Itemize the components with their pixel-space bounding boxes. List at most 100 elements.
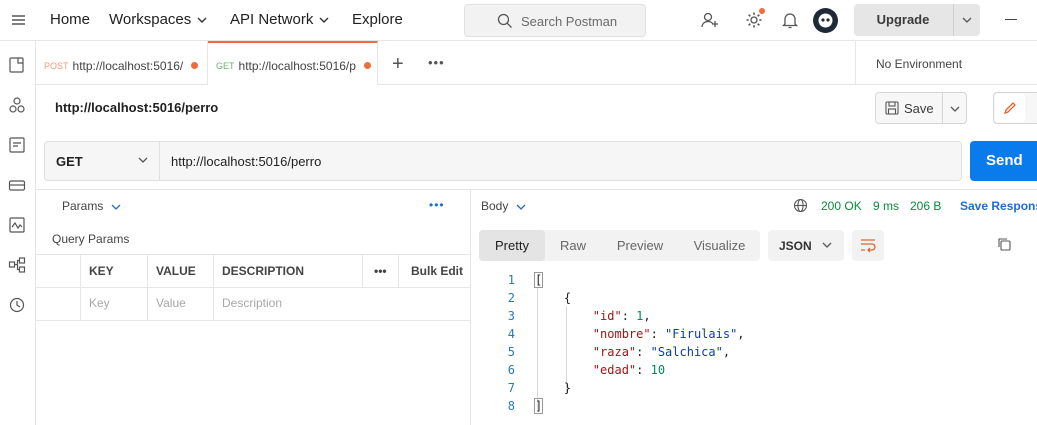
tab-pretty[interactable]: Pretty <box>479 230 545 261</box>
left-sidebar <box>0 41 36 425</box>
edit-inner <box>995 94 1025 122</box>
response-time[interactable]: 9 ms <box>873 199 899 213</box>
code-line: 2 { <box>471 291 1037 309</box>
upgrade-button[interactable]: Upgrade <box>854 4 980 36</box>
line-content: "raza": "Salchica", <box>592 345 731 359</box>
request-title[interactable]: http://localhost:5016/perro <box>55 100 218 115</box>
avatar[interactable] <box>813 8 838 33</box>
nav-api-network-label: API Network <box>230 11 314 28</box>
nav-explore[interactable]: Explore <box>352 11 403 28</box>
status-code[interactable]: 200 OK <box>821 199 862 213</box>
column-header-value: VALUE <box>147 255 213 288</box>
body-label: Body <box>481 199 509 213</box>
description-input[interactable]: Description <box>213 287 470 320</box>
json-value: "Firulais" <box>665 327 738 341</box>
globe-icon[interactable] <box>793 198 808 213</box>
avatar-icon <box>818 13 833 28</box>
menu-icon[interactable] <box>10 12 28 28</box>
response-view-tabs: Pretty Raw Preview Visualize <box>479 230 760 261</box>
edit-toggle[interactable] <box>993 92 1037 124</box>
unsaved-dot <box>363 62 371 70</box>
upgrade-dropdown[interactable] <box>954 4 980 36</box>
new-tab-plus-icon[interactable]: + <box>392 53 404 76</box>
code-line: 3 "id": 1, <box>471 309 1037 327</box>
notification-bell-icon[interactable] <box>780 10 800 30</box>
request-tab-get[interactable]: GET http://localhost:5016/p <box>208 41 378 85</box>
tab-raw[interactable]: Raw <box>545 230 601 261</box>
json-key: "nombre" <box>592 327 651 341</box>
line-content: "id": 1, <box>592 309 651 323</box>
line-number: 1 <box>507 273 515 287</box>
chevron-down-icon <box>319 17 329 24</box>
more-tabs-icon[interactable]: ••• <box>428 55 445 70</box>
collections-icon[interactable] <box>8 56 26 74</box>
column-header-description: DESCRIPTION <box>213 255 362 288</box>
line-content: "nombre": "Firulais", <box>592 327 745 341</box>
key-input[interactable]: Key <box>80 287 147 320</box>
params-more-icon[interactable]: ••• <box>429 198 445 212</box>
code-line: 8 ] <box>471 398 1037 417</box>
json-value: 10 <box>650 363 666 377</box>
environment-selector[interactable]: No Environment <box>855 41 1037 85</box>
line-number: 4 <box>507 327 515 341</box>
json-value: 1 <box>636 309 644 323</box>
environments-icon[interactable] <box>8 136 26 154</box>
nav-home[interactable]: Home <box>50 11 90 28</box>
value-input[interactable]: Value <box>147 287 213 320</box>
send-button[interactable]: Send <box>970 141 1037 181</box>
save-response-button[interactable]: Save Respons <box>960 199 1037 213</box>
chevron-down-icon[interactable] <box>950 106 960 112</box>
mock-servers-icon[interactable] <box>8 176 26 194</box>
flows-icon[interactable] <box>8 256 26 274</box>
code-line: 6 "edad": 10 <box>471 363 1037 381</box>
notification-dot <box>759 8 765 14</box>
nav-workspaces[interactable]: Workspaces <box>109 11 207 28</box>
code-line: 1 [ <box>471 272 1037 291</box>
table-row: Key Value Description <box>36 287 470 321</box>
body-dropdown[interactable]: Body <box>481 199 526 213</box>
chevron-down-icon <box>111 204 121 210</box>
chevron-down-icon <box>197 17 207 24</box>
line-number: 2 <box>507 291 515 305</box>
line-content: } <box>535 381 572 395</box>
line-content: [ <box>533 272 544 288</box>
nav-api-network[interactable]: API Network <box>230 11 329 28</box>
search-bar[interactable]: Search Postman <box>464 4 646 37</box>
send-label: Send <box>986 152 1023 169</box>
table-header-row: KEY VALUE DESCRIPTION ••• Bulk Edit <box>36 254 470 288</box>
request-tab-post[interactable]: POST http://localhost:5016/ <box>36 41 208 85</box>
history-icon[interactable] <box>8 296 26 314</box>
params-dropdown[interactable]: Params <box>62 199 121 213</box>
url-input[interactable]: http://localhost:5016/perro <box>171 154 321 169</box>
copy-icon[interactable] <box>997 237 1012 252</box>
upgrade-label: Upgrade <box>876 12 930 27</box>
line-content: { <box>535 291 572 305</box>
save-disk-icon <box>885 101 899 115</box>
json-key: "id" <box>592 309 622 323</box>
unsaved-dot <box>191 62 199 70</box>
monitors-icon[interactable] <box>8 216 26 234</box>
save-button[interactable]: Save <box>875 92 967 124</box>
response-size[interactable]: 206 B <box>910 199 941 213</box>
column-header-key: KEY <box>80 255 147 288</box>
json-value: "Salchica" <box>650 345 723 359</box>
bulk-edit-button[interactable]: Bulk Edit <box>398 255 470 288</box>
method-selector[interactable]: GET <box>45 142 160 180</box>
response-body-code[interactable]: 1 [ 2 { 3 "id": 1, 4 "nombre": "Firulais… <box>471 272 1037 423</box>
query-params-table: KEY VALUE DESCRIPTION ••• Bulk Edit Key … <box>36 254 470 321</box>
invite-user-icon[interactable] <box>700 10 720 30</box>
line-number: 5 <box>507 345 515 359</box>
apis-icon[interactable] <box>8 96 26 114</box>
format-dropdown[interactable]: JSON <box>768 230 844 261</box>
method-label: GET <box>56 154 83 169</box>
environment-label: No Environment <box>876 57 963 71</box>
minimize-window-icon[interactable] <box>1005 19 1017 20</box>
wrap-lines-button[interactable] <box>852 230 884 261</box>
tab-preview[interactable]: Preview <box>601 230 679 261</box>
save-label: Save <box>904 101 934 116</box>
tab-visualize[interactable]: Visualize <box>679 230 760 261</box>
line-content: ] <box>533 398 544 414</box>
column-options-icon[interactable]: ••• <box>362 255 398 288</box>
tab-method: GET <box>216 61 235 71</box>
tab-url: http://localhost:5016/p <box>238 58 356 73</box>
